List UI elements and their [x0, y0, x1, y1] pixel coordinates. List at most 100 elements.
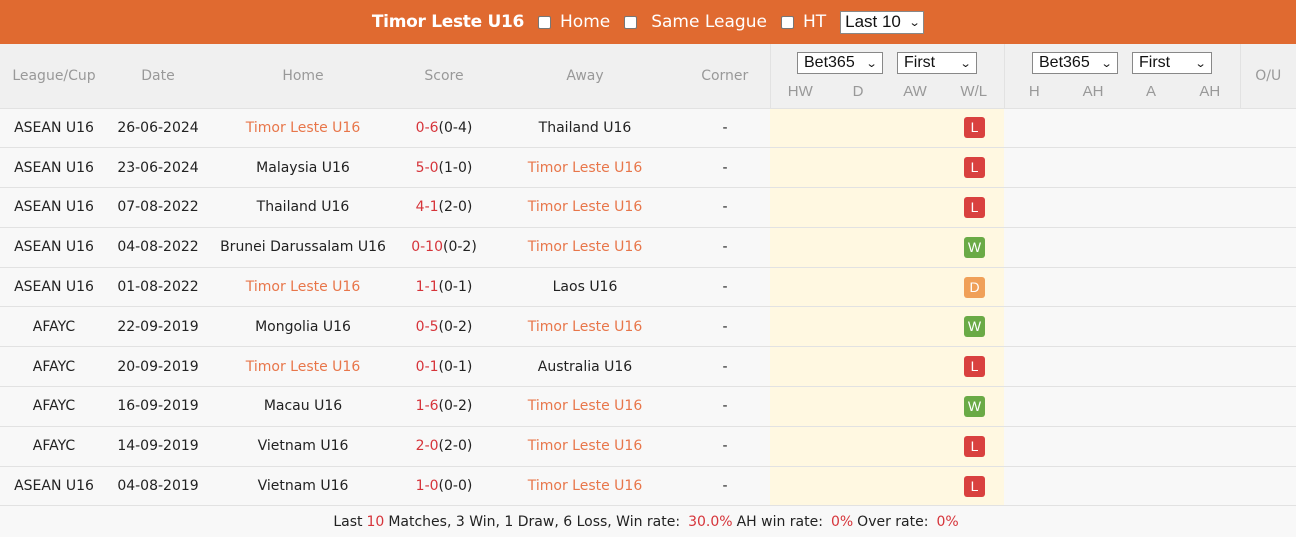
- score-cell[interactable]: 5-0(1-0): [398, 147, 490, 189]
- odds1-cell: W: [770, 227, 1004, 268]
- away-team-cell[interactable]: Laos U16: [490, 267, 680, 308]
- corner-cell: -: [680, 187, 770, 228]
- home-team-cell[interactable]: Timor Leste U16: [208, 346, 398, 388]
- result-badge: W: [964, 316, 985, 338]
- summary-ah-rate: 0%: [830, 513, 854, 530]
- score-fulltime: 1-1: [415, 279, 439, 296]
- home-team-cell[interactable]: Thailand U16: [208, 187, 398, 228]
- ou-cell: [1240, 187, 1296, 228]
- score-cell[interactable]: 0-5(0-2): [398, 306, 490, 348]
- odds1-bookmaker-value: Bet365: [804, 54, 855, 71]
- score-cell[interactable]: 2-0(2-0): [398, 426, 490, 467]
- score-cell[interactable]: 4-1(2-0): [398, 187, 490, 228]
- result-badge: L: [964, 117, 985, 139]
- table-row[interactable]: ASEAN U16 26-06-2024 Timor Leste U16 0-6(0-…: [0, 108, 1296, 149]
- league-cell[interactable]: ASEAN U16: [0, 187, 108, 228]
- score-halftime: (0-2): [438, 398, 473, 415]
- home-team-cell[interactable]: Malaysia U16: [208, 147, 398, 189]
- date-cell: 01-08-2022: [108, 267, 208, 308]
- filter-ht[interactable]: HT: [780, 12, 826, 32]
- away-team-cell[interactable]: Timor Leste U16: [490, 386, 680, 427]
- odds2-cell: [1004, 267, 1240, 308]
- score-fulltime: 0-5: [415, 318, 439, 335]
- odds1-cell: L: [770, 108, 1004, 149]
- score-halftime: (0-0): [438, 478, 473, 495]
- summary-ah-label: AH win rate:: [736, 513, 823, 530]
- odds1-header: Bet365 ⌄ First ⌄: [769, 44, 1004, 76]
- odds1-type-select[interactable]: First ⌄: [897, 52, 977, 74]
- result-badge: L: [964, 196, 985, 218]
- summary-prefix: Last: [333, 513, 363, 530]
- table-row[interactable]: ASEAN U16 01-08-2022 Timor Leste U16 1-1(0-…: [0, 267, 1296, 308]
- away-team-cell[interactable]: Timor Leste U16: [490, 187, 680, 228]
- ou-cell: [1240, 108, 1296, 149]
- home-team-cell[interactable]: Timor Leste U16: [208, 267, 398, 308]
- home-team-cell[interactable]: Mongolia U16: [208, 306, 398, 348]
- score-cell[interactable]: 1-6(0-2): [398, 386, 490, 427]
- result-badge: L: [964, 356, 985, 378]
- home-team-cell[interactable]: Timor Leste U16: [208, 108, 398, 149]
- filter-same-league[interactable]: Same League: [624, 12, 767, 32]
- odds1-bookmaker-select[interactable]: Bet365 ⌄: [797, 52, 883, 74]
- result-badge: W: [964, 236, 985, 258]
- score-cell[interactable]: 0-10(0-2): [398, 227, 490, 268]
- league-cell[interactable]: ASEAN U16: [0, 466, 108, 507]
- league-cell[interactable]: ASEAN U16: [0, 227, 108, 268]
- odds1-cell: L: [770, 426, 1004, 467]
- away-team-cell[interactable]: Timor Leste U16: [490, 147, 680, 189]
- home-team-cell[interactable]: Macau U16: [208, 386, 398, 427]
- col-away: Away: [490, 44, 680, 109]
- table-row[interactable]: AFAYC 22-09-2019 Mongolia U16 0-5(0-2) Timor…: [0, 306, 1296, 348]
- table-row[interactable]: ASEAN U16 04-08-2019 Vietnam U16 1-0(0-0) Ti…: [0, 466, 1296, 507]
- table-row[interactable]: AFAYC 20-09-2019 Timor Leste U16 0-1(0-1) Au…: [0, 346, 1296, 388]
- odds1-cell: L: [770, 346, 1004, 388]
- ou-cell: [1240, 426, 1296, 467]
- score-cell[interactable]: 0-1(0-1): [398, 346, 490, 388]
- table-row[interactable]: ASEAN U16 04-08-2022 Brunei Darussalam U16…: [0, 227, 1296, 268]
- home-team-cell[interactable]: Vietnam U16: [208, 426, 398, 467]
- away-team-cell[interactable]: Timor Leste U16: [490, 466, 680, 507]
- ht-checkbox[interactable]: [780, 15, 794, 29]
- odds2-bookmaker-select[interactable]: Bet365 ⌄: [1032, 52, 1118, 74]
- score-fulltime: 0-1: [415, 358, 439, 375]
- chevron-down-icon: ⌄: [1194, 57, 1207, 70]
- league-cell[interactable]: AFAYC: [0, 346, 108, 388]
- ou-cell: [1240, 346, 1296, 388]
- league-cell[interactable]: ASEAN U16: [0, 147, 108, 189]
- table-row[interactable]: ASEAN U16 07-08-2022 Thailand U16 4-1(2-0) T…: [0, 187, 1296, 228]
- score-cell[interactable]: 1-1(0-1): [398, 267, 490, 308]
- table-row[interactable]: ASEAN U16 23-06-2024 Malaysia U16 5-0(1-0) T…: [0, 147, 1296, 189]
- away-team-cell[interactable]: Australia U16: [490, 346, 680, 388]
- score-cell[interactable]: 0-6(0-4): [398, 108, 490, 149]
- away-team-cell[interactable]: Timor Leste U16: [490, 227, 680, 268]
- date-cell: 20-09-2019: [108, 346, 208, 388]
- home-team-cell[interactable]: Vietnam U16: [208, 466, 398, 507]
- score-cell[interactable]: 1-0(0-0): [398, 466, 490, 507]
- col-league: League/Cup: [0, 44, 108, 109]
- col-ah-1: AH: [1064, 76, 1122, 109]
- table-row[interactable]: AFAYC 14-09-2019 Vietnam U16 2-0(2-0) Timor …: [0, 426, 1296, 467]
- league-cell[interactable]: AFAYC: [0, 386, 108, 427]
- home-team-cell[interactable]: Brunei Darussalam U16: [208, 227, 398, 268]
- same-league-checkbox[interactable]: [624, 15, 638, 29]
- range-select[interactable]: Last 10 ⌄: [840, 10, 925, 34]
- filter-home[interactable]: Home: [538, 12, 610, 32]
- odds2-type-select[interactable]: First ⌄: [1132, 52, 1212, 74]
- league-cell[interactable]: ASEAN U16: [0, 267, 108, 308]
- odds2-header: Bet365 ⌄ First ⌄: [1003, 44, 1240, 76]
- away-team-cell[interactable]: Timor Leste U16: [490, 426, 680, 467]
- date-cell: 16-09-2019: [108, 386, 208, 427]
- away-team-cell[interactable]: Thailand U16: [490, 108, 680, 149]
- league-cell[interactable]: ASEAN U16: [0, 108, 108, 149]
- away-team-cell[interactable]: Timor Leste U16: [490, 306, 680, 348]
- date-cell: 26-06-2024: [108, 108, 208, 149]
- summary-footer: Last 10 Matches, 3 Win, 1 Draw, 6 Loss, …: [0, 506, 1296, 537]
- chevron-down-icon: ⌄: [908, 16, 921, 29]
- col-ou: O/U: [1239, 44, 1296, 109]
- home-checkbox[interactable]: [538, 15, 552, 29]
- league-cell[interactable]: AFAYC: [0, 426, 108, 467]
- score-halftime: (0-4): [438, 119, 473, 136]
- table-row[interactable]: AFAYC 16-09-2019 Macau U16 1-6(0-2) Timor Le…: [0, 386, 1296, 427]
- match-rows: ASEAN U16 26-06-2024 Timor Leste U16 0-6(0-…: [0, 108, 1296, 507]
- league-cell[interactable]: AFAYC: [0, 306, 108, 348]
